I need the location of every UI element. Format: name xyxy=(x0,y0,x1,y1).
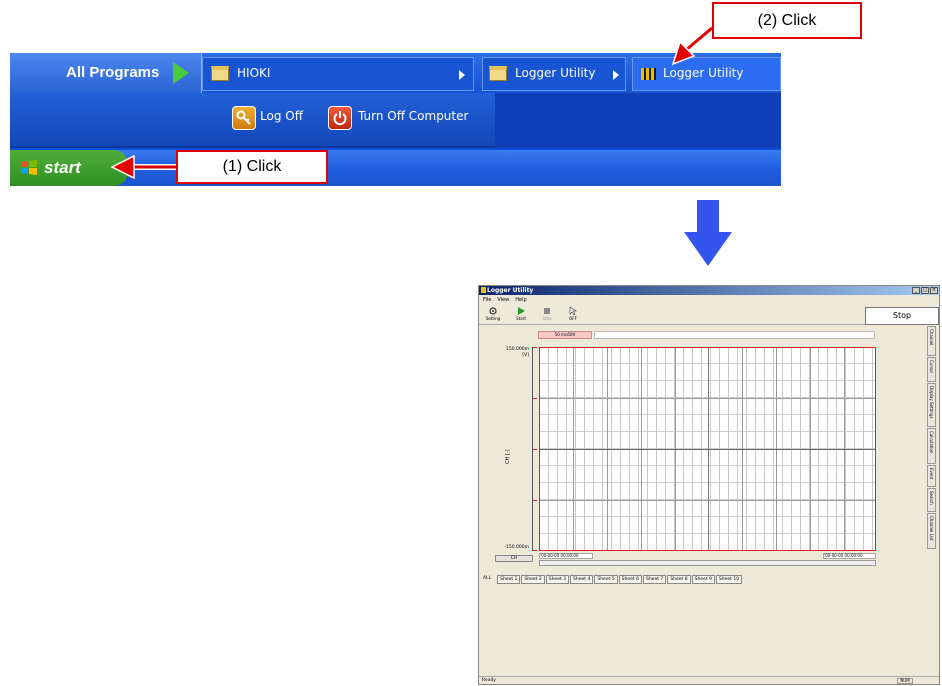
status-text: Ready xyxy=(482,678,496,683)
y-unit: [V] xyxy=(522,353,529,358)
major-gridline xyxy=(540,398,875,399)
callout-arrow-step-2 xyxy=(671,26,713,66)
tab-channel-list-label: Channel List xyxy=(929,516,934,541)
y-axis-top: 150.000m [V] xyxy=(493,347,529,359)
tab-channel-list[interactable]: Channel List xyxy=(927,513,936,549)
tab-calculation[interactable]: Calculation xyxy=(927,428,936,464)
logger-utility-window: Logger Utility _ □ × File View Help Sett… xyxy=(478,285,940,685)
tab-calculation-label: Calculation xyxy=(929,431,934,454)
close-button[interactable]: × xyxy=(930,287,938,294)
y-tick xyxy=(533,449,537,450)
menu-help[interactable]: Help xyxy=(515,296,526,304)
sheet-tab-7[interactable]: Sheet 7 xyxy=(642,575,667,584)
horizontal-scrollbar[interactable] xyxy=(539,560,876,566)
stop-button[interactable]: Stop xyxy=(535,305,559,325)
app-icon xyxy=(481,287,486,293)
callout-arrow-step-1 xyxy=(110,154,176,180)
off-button[interactable]: OFF xyxy=(561,305,585,325)
time-overview-bar xyxy=(594,331,875,339)
stop-label: Stop xyxy=(542,316,552,321)
minimize-button[interactable]: _ xyxy=(912,287,920,294)
gear-icon xyxy=(489,307,497,315)
sheet-tab-all[interactable]: ALL xyxy=(481,575,493,584)
channel-axis-label: CH [-] xyxy=(505,449,511,464)
tab-event[interactable]: Event xyxy=(927,465,936,487)
menu-bar: File View Help xyxy=(479,296,939,304)
stop-icon xyxy=(544,308,550,314)
timestamp-start: '00-00-00 00:00:00 xyxy=(539,553,593,559)
sheet-tab-3[interactable]: Sheet 3 xyxy=(545,575,570,584)
waveform-plot-area[interactable] xyxy=(539,347,876,551)
down-arrow-icon xyxy=(684,200,732,266)
status-panel: Stop xyxy=(865,307,939,325)
tab-cursor-label: Cursor xyxy=(929,360,934,374)
window-title: Logger Utility xyxy=(487,287,534,294)
sheet-tab-5[interactable]: Sheet 5 xyxy=(594,575,618,584)
tab-channel-label: Channel xyxy=(929,329,934,346)
tab-cursor[interactable]: Cursor xyxy=(927,357,936,382)
tab-search-label: Search xyxy=(929,491,934,505)
cursor-icon xyxy=(569,307,577,315)
y-tick xyxy=(533,500,537,501)
time-div-indicator: 50 ms/DIV xyxy=(538,331,592,339)
y-tick xyxy=(533,398,537,399)
tab-display-settings[interactable]: Display Settings xyxy=(927,383,936,427)
off-label: OFF xyxy=(569,316,577,321)
num-lock-indicator: NUM xyxy=(897,678,913,684)
tab-channel[interactable]: Channel xyxy=(927,326,936,356)
start-label: Start xyxy=(516,316,526,321)
tab-event-label: Event xyxy=(929,468,934,480)
y-bottom-value: -150.000m xyxy=(504,545,529,550)
sheet-tab-4[interactable]: Sheet 4 xyxy=(570,575,594,584)
timestamp-end: '00-00-00 00:00:00 xyxy=(823,553,876,559)
channel-button[interactable]: CH xyxy=(495,555,533,562)
sheet-tab-strip: ALL Sheet 1 Sheet 2 Sheet 3 Sheet 4 Shee… xyxy=(481,575,743,584)
sheet-tab-2[interactable]: Sheet 2 xyxy=(521,575,545,584)
setting-label: Setting xyxy=(485,316,501,321)
y-tick xyxy=(533,550,537,551)
title-bar[interactable]: Logger Utility _ □ × xyxy=(479,286,939,295)
tab-search[interactable]: Search xyxy=(927,488,936,512)
menu-view[interactable]: View xyxy=(497,296,509,304)
start-record-button[interactable]: Start xyxy=(509,305,533,325)
status-bar: Ready NUM xyxy=(479,676,939,685)
center-gridline xyxy=(540,449,875,450)
menu-file[interactable]: File xyxy=(483,296,491,304)
y-tick xyxy=(533,347,537,348)
sheet-tab-10[interactable]: Sheet 10 xyxy=(715,575,743,584)
maximize-button[interactable]: □ xyxy=(921,287,929,294)
setting-button[interactable]: Setting xyxy=(481,305,505,325)
play-icon xyxy=(518,307,525,315)
sheet-tab-1[interactable]: Sheet 1 xyxy=(497,575,521,584)
sheet-tab-6[interactable]: Sheet 6 xyxy=(618,575,642,584)
sheet-tab-9[interactable]: Sheet 9 xyxy=(691,575,715,584)
sheet-tab-8[interactable]: Sheet 8 xyxy=(667,575,691,584)
side-tab-strip: Channel Cursor Display Settings Calculat… xyxy=(927,326,936,616)
major-gridline xyxy=(540,500,875,501)
tab-display-settings-label: Display Settings xyxy=(929,386,934,419)
